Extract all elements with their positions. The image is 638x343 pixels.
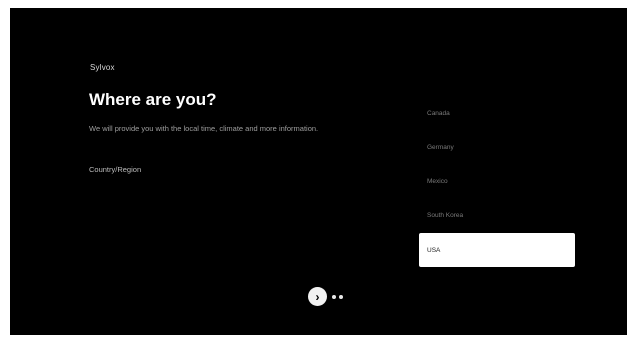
navigation-bar: › — [308, 287, 343, 306]
next-button[interactable]: › — [308, 287, 327, 306]
country-item-usa[interactable]: USA — [419, 233, 575, 267]
country-item-mexico[interactable]: Mexico — [419, 164, 575, 198]
country-item-label: Mexico — [427, 177, 448, 185]
page-description: We will provide you with the local time,… — [89, 124, 319, 133]
brand-name: Sylvox — [90, 63, 115, 72]
chevron-right-icon: › — [315, 289, 320, 304]
country-item-label: South Korea — [427, 211, 464, 219]
country-item-germany[interactable]: Germany — [419, 130, 575, 164]
country-item-label: USA — [427, 246, 441, 254]
page-title: Where are you? — [89, 90, 217, 109]
page-indicator-dot — [339, 294, 343, 299]
country-item-label: Canada — [427, 109, 450, 117]
country-region-label: Country/Region — [89, 165, 142, 174]
page-indicator-dot — [332, 294, 336, 299]
country-list: Canada Germany Mexico South Korea USA — [419, 96, 575, 267]
country-item-south-korea[interactable]: South Korea — [419, 198, 575, 232]
country-item-canada[interactable]: Canada — [419, 96, 575, 130]
setup-screen: Sylvox Where are you? We will provide yo… — [10, 8, 627, 335]
country-item-label: Germany — [427, 143, 454, 151]
